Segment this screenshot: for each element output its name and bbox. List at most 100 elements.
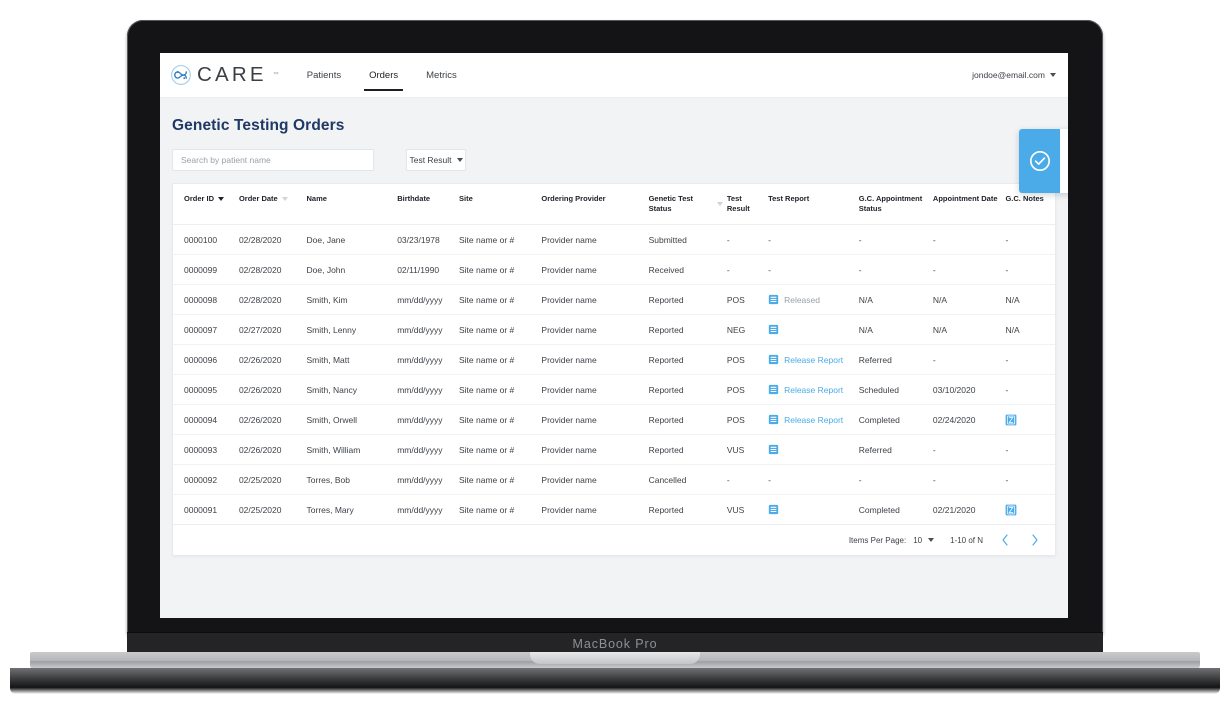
cell-gc-notes[interactable] <box>1005 495 1055 525</box>
table-controls: Test Result <box>170 135 1058 171</box>
cell-gc-notes[interactable]: N/A <box>1005 315 1055 345</box>
cell-test-result: - <box>727 465 768 495</box>
test-report-label[interactable]: Release Report <box>784 415 843 425</box>
table-row[interactable]: 000009102/25/2020Torres, Marymm/dd/yyyyS… <box>173 495 1055 525</box>
chevron-left-icon[interactable] <box>999 533 1011 547</box>
laptop-shadow <box>10 668 1220 694</box>
cell-test-report[interactable]: Released <box>768 285 859 315</box>
nav-item-metrics[interactable]: Metrics <box>424 53 459 98</box>
column-header-appointment-date[interactable]: Appointment Date <box>933 184 1006 225</box>
search-field[interactable] <box>172 149 374 171</box>
gc-notes-icon[interactable] <box>1005 414 1017 426</box>
search-input[interactable] <box>181 155 365 165</box>
cell-test-report[interactable]: - <box>768 225 859 255</box>
table-row[interactable]: 000009502/26/2020Smith, Nancymm/dd/yyyyS… <box>173 375 1055 405</box>
cell-birthdate: mm/dd/yyyy <box>397 465 459 495</box>
sort-chevron-down-icon[interactable] <box>717 202 723 206</box>
column-header-order-date[interactable]: Order Date <box>239 184 307 225</box>
cell-genetic-test-status: Reported <box>649 345 727 375</box>
test-report-document-icon[interactable] <box>768 414 779 425</box>
table-row[interactable]: 000009302/26/2020Smith, Williammm/dd/yyy… <box>173 435 1055 465</box>
column-header-site[interactable]: Site <box>459 184 541 225</box>
column-label: Test Report <box>768 194 809 204</box>
cell-test-report[interactable]: Release Report <box>768 375 859 405</box>
table-row[interactable]: 000009602/26/2020Smith, Mattmm/dd/yyyySi… <box>173 345 1055 375</box>
cell-gc-notes[interactable]: - <box>1005 465 1055 495</box>
table-row[interactable]: 000009702/27/2020Smith, Lennymm/dd/yyyyS… <box>173 315 1055 345</box>
cell-order-date: 02/25/2020 <box>239 465 307 495</box>
chevron-right-icon[interactable] <box>1029 533 1041 547</box>
test-report-label: - <box>768 235 771 245</box>
table-pagination-footer: Items Per Page: 10 1-10 of N <box>173 525 1055 555</box>
nav-item-patients[interactable]: Patients <box>305 53 343 98</box>
sort-chevron-down-icon[interactable] <box>218 197 224 201</box>
cell-genetic-test-status: Reported <box>649 315 727 345</box>
gc-notes-label: - <box>1005 445 1008 455</box>
test-result-filter-dropdown[interactable]: Test Result <box>406 149 466 171</box>
nav-item-orders[interactable]: Orders <box>367 53 400 98</box>
cell-test-report[interactable] <box>768 495 859 525</box>
column-header-test-result[interactable]: Test Result <box>727 184 768 225</box>
test-report-document-icon[interactable] <box>768 384 779 395</box>
table-row[interactable]: 000009902/28/2020Doe, John02/11/1990Site… <box>173 255 1055 285</box>
column-header-test-report[interactable]: Test Report <box>768 184 859 225</box>
cell-site: Site name or # <box>459 345 541 375</box>
column-header-name[interactable]: Name <box>307 184 398 225</box>
cell-test-report[interactable]: Release Report <box>768 345 859 375</box>
cell-ordering-provider: Provider name <box>541 315 648 345</box>
cell-gc-notes[interactable]: - <box>1005 255 1055 285</box>
cell-gc-notes[interactable]: - <box>1005 225 1055 255</box>
cell-test-report[interactable]: - <box>768 465 859 495</box>
success-toast-notification[interactable]: Title Msg: Example - You've successfully… <box>1019 129 1068 193</box>
test-report-document-icon[interactable] <box>768 294 779 305</box>
column-header-birthdate[interactable]: Birthdate <box>397 184 459 225</box>
top-navigation-bar: CARE ™ Patients Orders Metrics jondoe@em… <box>160 53 1068 98</box>
cell-order-date: 02/26/2020 <box>239 405 307 435</box>
chevron-down-icon <box>928 538 934 542</box>
test-report-label[interactable]: Release Report <box>784 355 843 365</box>
cell-gc-notes[interactable]: - <box>1005 345 1055 375</box>
test-report-label[interactable]: Release Report <box>784 385 843 395</box>
care-logo-icon <box>170 64 192 86</box>
cell-order-date: 02/26/2020 <box>239 345 307 375</box>
cell-test-report[interactable]: Release Report <box>768 405 859 435</box>
table-row[interactable]: 000010002/28/2020Doe, Jane03/23/1978Site… <box>173 225 1055 255</box>
items-per-page-control: Items Per Page: 10 <box>849 536 934 545</box>
user-account-menu[interactable]: jondoe@email.com <box>972 70 1056 80</box>
cell-test-report[interactable] <box>768 435 859 465</box>
cell-name: Smith, Lenny <box>307 315 398 345</box>
test-report-document-icon[interactable] <box>768 504 779 515</box>
cell-site: Site name or # <box>459 405 541 435</box>
test-report-document-icon[interactable] <box>768 444 779 455</box>
column-label: Ordering Provider <box>541 194 605 204</box>
test-report-document-icon[interactable] <box>768 354 779 365</box>
cell-genetic-test-status: Received <box>649 255 727 285</box>
table-row[interactable]: 000009202/25/2020Torres, Bobmm/dd/yyyySi… <box>173 465 1055 495</box>
column-label: Birthdate <box>397 194 430 204</box>
column-header-order-id[interactable]: Order ID <box>173 184 239 225</box>
sort-chevron-down-icon[interactable] <box>282 197 288 201</box>
cell-appointment-date: - <box>933 465 1006 495</box>
gc-notes-icon[interactable] <box>1005 504 1017 516</box>
column-header-gc-appointment-status[interactable]: G.C. Appointment Status <box>859 184 933 225</box>
table-row[interactable]: 000009402/26/2020Smith, Orwellmm/dd/yyyy… <box>173 405 1055 435</box>
cell-order-id: 0000094 <box>173 405 239 435</box>
test-report-document-icon[interactable] <box>768 324 779 335</box>
column-header-ordering-provider[interactable]: Ordering Provider <box>541 184 648 225</box>
cell-order-id: 0000093 <box>173 435 239 465</box>
pagination-controls <box>999 533 1041 547</box>
cell-gc-notes[interactable] <box>1005 405 1055 435</box>
cell-test-report[interactable] <box>768 315 859 345</box>
cell-ordering-provider: Provider name <box>541 255 648 285</box>
cell-gc-notes[interactable]: N/A <box>1005 285 1055 315</box>
items-per-page-dropdown[interactable]: 10 <box>913 536 934 545</box>
cell-gc-notes[interactable]: - <box>1005 435 1055 465</box>
device-label: MacBook Pro <box>573 637 658 651</box>
cell-appointment-date: N/A <box>933 315 1006 345</box>
column-header-genetic-test-status[interactable]: Genetic Test Status <box>649 184 727 225</box>
care-logo[interactable]: CARE ™ <box>170 63 279 87</box>
cell-appointment-date: 03/10/2020 <box>933 375 1006 405</box>
cell-test-report[interactable]: - <box>768 255 859 285</box>
cell-gc-notes[interactable]: - <box>1005 375 1055 405</box>
table-row[interactable]: 000009802/28/2020Smith, Kimmm/dd/yyyySit… <box>173 285 1055 315</box>
